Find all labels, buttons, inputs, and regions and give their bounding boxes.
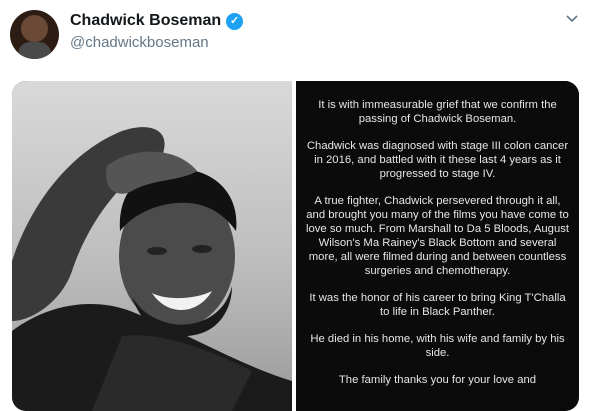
tweet-media[interactable]: It is with immeasurable grief that we co… — [12, 81, 579, 411]
name-row: Chadwick Boseman ✓ — [70, 12, 244, 30]
user-handle[interactable]: @chadwickboseman — [70, 34, 209, 51]
statement-paragraph-2: Chadwick was diagnosed with stage III co… — [306, 140, 569, 180]
statement-paragraph-4: It was the honor of his career to bring … — [309, 292, 566, 318]
statement-paragraph-6: The family thanks you for your love and — [338, 374, 537, 386]
portrait-illustration — [12, 127, 292, 411]
verified-badge-icon: ✓ — [226, 12, 244, 30]
tweet-header: Chadwick Boseman ✓ @chadwickboseman — [0, 0, 605, 80]
statement-paragraph-5: He died in his home, with his wife and f… — [310, 333, 565, 359]
portrait-photo[interactable] — [12, 81, 292, 411]
statement-paragraph-1: It is with immeasurable grief that we co… — [318, 99, 557, 125]
chevron-down-icon[interactable] — [565, 12, 579, 26]
display-name[interactable]: Chadwick Boseman — [70, 12, 221, 30]
avatar[interactable] — [10, 10, 59, 59]
statement-paragraph-3: A true fighter, Chadwick persevered thro… — [305, 195, 570, 277]
statement-image[interactable]: It is with immeasurable grief that we co… — [296, 81, 579, 411]
